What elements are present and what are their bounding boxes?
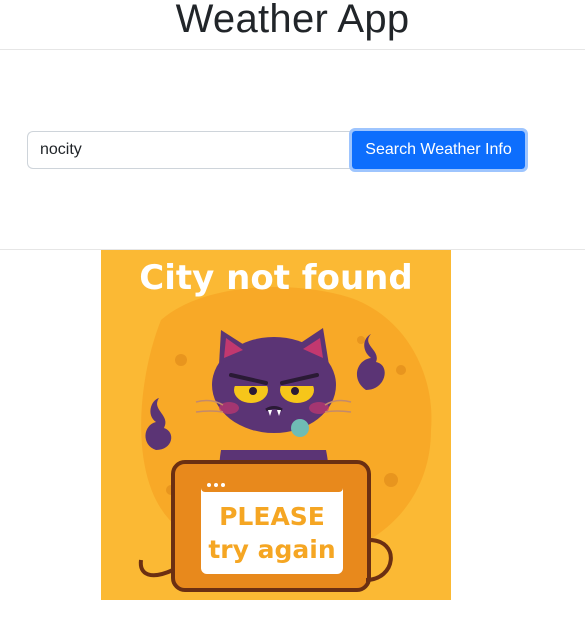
window-dot [207,483,211,487]
blob-dot [175,354,187,366]
window-dot [214,483,218,487]
app-header: Weather App [0,0,585,50]
window-dot [221,483,225,487]
city-search-input[interactable] [27,131,353,169]
cat-pupil-left [249,387,257,395]
search-section: Search Weather Info [0,50,585,250]
page-title: Weather App [175,0,410,41]
search-weather-button[interactable]: Search Weather Info [349,128,528,172]
sign-line-please: PLEASE [219,502,325,531]
blob-dot [384,473,398,487]
blob-dot [396,365,406,375]
cat-pupil-right [291,387,299,395]
cat-tail [138,559,174,578]
error-title: City not found [139,258,413,298]
blob-dot [357,336,365,344]
city-not-found-image: City not found PLEASE try again [101,250,451,600]
sign-line-try-again: try again [208,535,336,564]
cat-collar-tag [291,419,309,437]
